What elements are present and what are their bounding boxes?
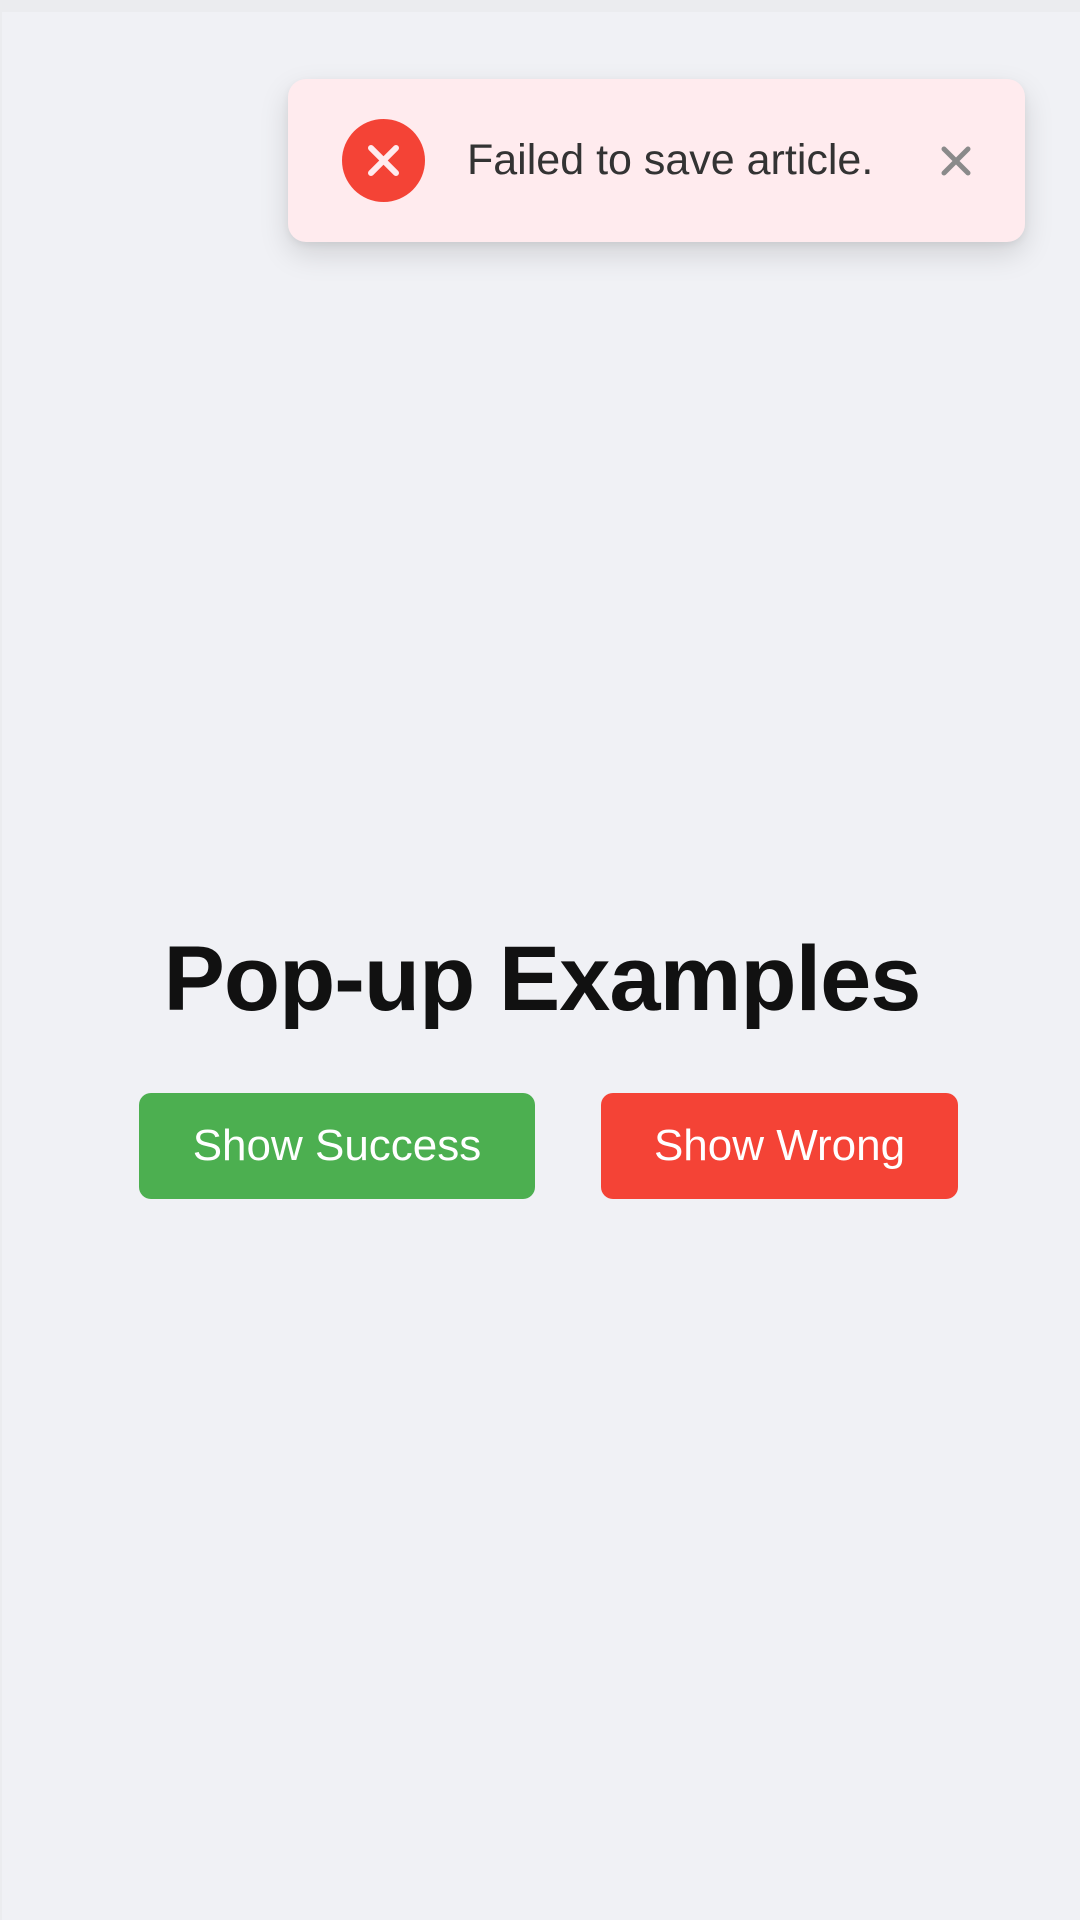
error-toast: Failed to save article. [288, 79, 1025, 242]
page-title: Pop-up Examples [163, 928, 922, 1030]
error-x-icon [342, 119, 425, 202]
show-wrong-button[interactable]: Show Wrong [601, 1093, 958, 1199]
app-screen: Failed to save article. Pop-up Examples … [2, 12, 1080, 1920]
toast-message: Failed to save article. [467, 136, 874, 184]
show-success-button[interactable]: Show Success [139, 1093, 535, 1199]
close-icon[interactable] [928, 133, 984, 189]
